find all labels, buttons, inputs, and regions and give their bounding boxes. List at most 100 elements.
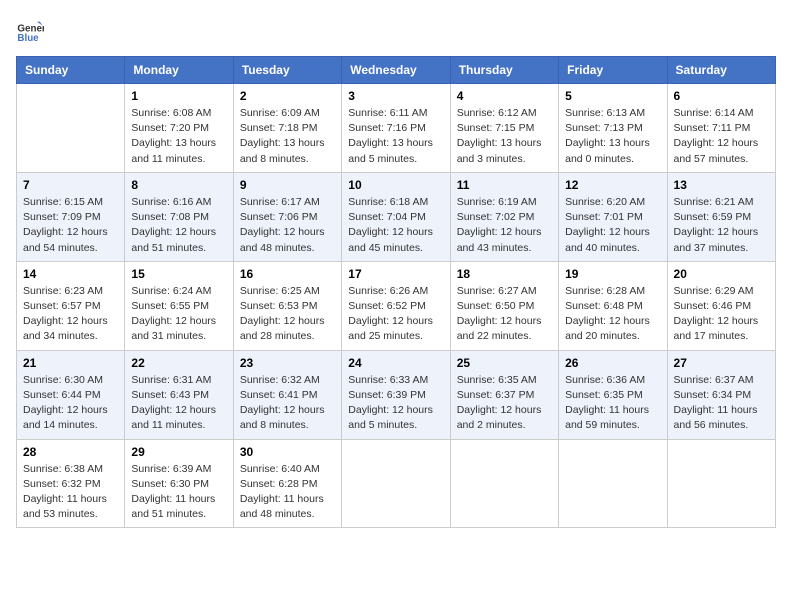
day-info: Sunrise: 6:36 AMSunset: 6:35 PMDaylight:…: [565, 373, 660, 434]
day-number: 29: [131, 445, 226, 459]
calendar-cell: 11Sunrise: 6:19 AMSunset: 7:02 PMDayligh…: [450, 172, 558, 261]
weekday-header-friday: Friday: [559, 57, 667, 84]
calendar-cell: [667, 439, 775, 528]
day-number: 16: [240, 267, 335, 281]
day-info: Sunrise: 6:37 AMSunset: 6:34 PMDaylight:…: [674, 373, 769, 434]
day-number: 17: [348, 267, 443, 281]
weekday-header-sunday: Sunday: [17, 57, 125, 84]
calendar-cell: 1 Sunrise: 6:08 AMSunset: 7:20 PMDaylight…: [125, 84, 233, 173]
day-number: 14: [23, 267, 118, 281]
day-info: Sunrise: 6:08 AMSunset: 7:20 PMDaylight:…: [131, 106, 226, 167]
day-info: Sunrise: 6:32 AMSunset: 6:41 PMDaylight:…: [240, 373, 335, 434]
day-number: 13: [674, 178, 769, 192]
day-info: Sunrise: 6:28 AMSunset: 6:48 PMDaylight:…: [565, 284, 660, 345]
calendar-cell: [342, 439, 450, 528]
calendar-cell: 14 Sunrise: 6:23 AMSunset: 6:57 PMDayligh…: [17, 261, 125, 350]
day-info: Sunrise: 6:35 AMSunset: 6:37 PMDaylight:…: [457, 373, 552, 434]
calendar-cell: 6 Sunrise: 6:14 AMSunset: 7:11 PMDaylight…: [667, 84, 775, 173]
day-info: Sunrise: 6:12 AMSunset: 7:15 PMDaylight:…: [457, 106, 552, 167]
calendar-cell: 19 Sunrise: 6:28 AMSunset: 6:48 PMDayligh…: [559, 261, 667, 350]
day-number: 10: [348, 178, 443, 192]
calendar-cell: 21 Sunrise: 6:30 AMSunset: 6:44 PMDayligh…: [17, 350, 125, 439]
day-number: 30: [240, 445, 335, 459]
day-number: 8: [131, 178, 226, 192]
calendar-cell: 15 Sunrise: 6:24 AMSunset: 6:55 PMDayligh…: [125, 261, 233, 350]
day-number: 19: [565, 267, 660, 281]
day-info: Sunrise: 6:11 AMSunset: 7:16 PMDaylight:…: [348, 106, 443, 167]
day-info: Sunrise: 6:26 AMSunset: 6:52 PMDaylight:…: [348, 284, 443, 345]
day-info: Sunrise: 6:19 AMSunset: 7:02 PMDaylight:…: [457, 195, 552, 256]
day-number: 26: [565, 356, 660, 370]
calendar-cell: 23 Sunrise: 6:32 AMSunset: 6:41 PMDayligh…: [233, 350, 341, 439]
day-info: Sunrise: 6:17 AMSunset: 7:06 PMDaylight:…: [240, 195, 335, 256]
day-info: Sunrise: 6:09 AMSunset: 7:18 PMDaylight:…: [240, 106, 335, 167]
weekday-header-thursday: Thursday: [450, 57, 558, 84]
logo: General Blue: [16, 16, 48, 44]
day-info: Sunrise: 6:33 AMSunset: 6:39 PMDaylight:…: [348, 373, 443, 434]
calendar-cell: 7 Sunrise: 6:15 AMSunset: 7:09 PMDaylight…: [17, 172, 125, 261]
day-number: 15: [131, 267, 226, 281]
page-header: General Blue: [16, 16, 776, 44]
day-number: 9: [240, 178, 335, 192]
weekday-header-wednesday: Wednesday: [342, 57, 450, 84]
day-info: Sunrise: 6:31 AMSunset: 6:43 PMDaylight:…: [131, 373, 226, 434]
day-info: Sunrise: 6:38 AMSunset: 6:32 PMDaylight:…: [23, 462, 118, 523]
logo-icon: General Blue: [16, 16, 44, 44]
calendar-cell: 16 Sunrise: 6:25 AMSunset: 6:53 PMDayligh…: [233, 261, 341, 350]
day-info: Sunrise: 6:14 AMSunset: 7:11 PMDaylight:…: [674, 106, 769, 167]
calendar-cell: 28Sunrise: 6:38 AMSunset: 6:32 PMDayligh…: [17, 439, 125, 528]
day-info: Sunrise: 6:27 AMSunset: 6:50 PMDaylight:…: [457, 284, 552, 345]
day-number: 23: [240, 356, 335, 370]
day-number: 21: [23, 356, 118, 370]
calendar-cell: 9 Sunrise: 6:17 AMSunset: 7:06 PMDaylight…: [233, 172, 341, 261]
calendar-cell: 18 Sunrise: 6:27 AMSunset: 6:50 PMDayligh…: [450, 261, 558, 350]
weekday-header-saturday: Saturday: [667, 57, 775, 84]
calendar-cell: 25 Sunrise: 6:35 AMSunset: 6:37 PMDayligh…: [450, 350, 558, 439]
calendar-cell: 17 Sunrise: 6:26 AMSunset: 6:52 PMDayligh…: [342, 261, 450, 350]
calendar-cell: 22 Sunrise: 6:31 AMSunset: 6:43 PMDayligh…: [125, 350, 233, 439]
day-info: Sunrise: 6:15 AMSunset: 7:09 PMDaylight:…: [23, 195, 118, 256]
calendar-table: SundayMondayTuesdayWednesdayThursdayFrid…: [16, 56, 776, 528]
calendar-cell: 20Sunrise: 6:29 AMSunset: 6:46 PMDayligh…: [667, 261, 775, 350]
calendar-cell: 24 Sunrise: 6:33 AMSunset: 6:39 PMDayligh…: [342, 350, 450, 439]
calendar-cell: 12 Sunrise: 6:20 AMSunset: 7:01 PMDayligh…: [559, 172, 667, 261]
calendar-cell: 26 Sunrise: 6:36 AMSunset: 6:35 PMDayligh…: [559, 350, 667, 439]
day-number: 24: [348, 356, 443, 370]
day-number: 7: [23, 178, 118, 192]
day-info: Sunrise: 6:24 AMSunset: 6:55 PMDaylight:…: [131, 284, 226, 345]
day-info: Sunrise: 6:16 AMSunset: 7:08 PMDaylight:…: [131, 195, 226, 256]
calendar-cell: 8 Sunrise: 6:16 AMSunset: 7:08 PMDaylight…: [125, 172, 233, 261]
weekday-header-monday: Monday: [125, 57, 233, 84]
day-info: Sunrise: 6:20 AMSunset: 7:01 PMDaylight:…: [565, 195, 660, 256]
calendar-cell: 29 Sunrise: 6:39 AMSunset: 6:30 PMDayligh…: [125, 439, 233, 528]
calendar-cell: [17, 84, 125, 173]
day-number: 3: [348, 89, 443, 103]
day-info: Sunrise: 6:21 AMSunset: 6:59 PMDaylight:…: [674, 195, 769, 256]
day-number: 2: [240, 89, 335, 103]
day-info: Sunrise: 6:40 AMSunset: 6:28 PMDaylight:…: [240, 462, 335, 523]
day-number: 12: [565, 178, 660, 192]
day-number: 6: [674, 89, 769, 103]
calendar-cell: 13 Sunrise: 6:21 AMSunset: 6:59 PMDayligh…: [667, 172, 775, 261]
day-number: 18: [457, 267, 552, 281]
day-info: Sunrise: 6:39 AMSunset: 6:30 PMDaylight:…: [131, 462, 226, 523]
day-number: 4: [457, 89, 552, 103]
day-info: Sunrise: 6:18 AMSunset: 7:04 PMDaylight:…: [348, 195, 443, 256]
day-number: 22: [131, 356, 226, 370]
day-info: Sunrise: 6:30 AMSunset: 6:44 PMDaylight:…: [23, 373, 118, 434]
day-number: 25: [457, 356, 552, 370]
calendar-cell: 27Sunrise: 6:37 AMSunset: 6:34 PMDayligh…: [667, 350, 775, 439]
calendar-cell: [559, 439, 667, 528]
day-number: 5: [565, 89, 660, 103]
day-info: Sunrise: 6:25 AMSunset: 6:53 PMDaylight:…: [240, 284, 335, 345]
day-info: Sunrise: 6:13 AMSunset: 7:13 PMDaylight:…: [565, 106, 660, 167]
day-number: 1: [131, 89, 226, 103]
svg-text:Blue: Blue: [17, 33, 39, 44]
calendar-cell: [450, 439, 558, 528]
calendar-cell: 3 Sunrise: 6:11 AMSunset: 7:16 PMDaylight…: [342, 84, 450, 173]
calendar-cell: 30 Sunrise: 6:40 AMSunset: 6:28 PMDayligh…: [233, 439, 341, 528]
weekday-header-tuesday: Tuesday: [233, 57, 341, 84]
calendar-cell: 4 Sunrise: 6:12 AMSunset: 7:15 PMDaylight…: [450, 84, 558, 173]
calendar-cell: 2 Sunrise: 6:09 AMSunset: 7:18 PMDaylight…: [233, 84, 341, 173]
day-info: Sunrise: 6:23 AMSunset: 6:57 PMDaylight:…: [23, 284, 118, 345]
